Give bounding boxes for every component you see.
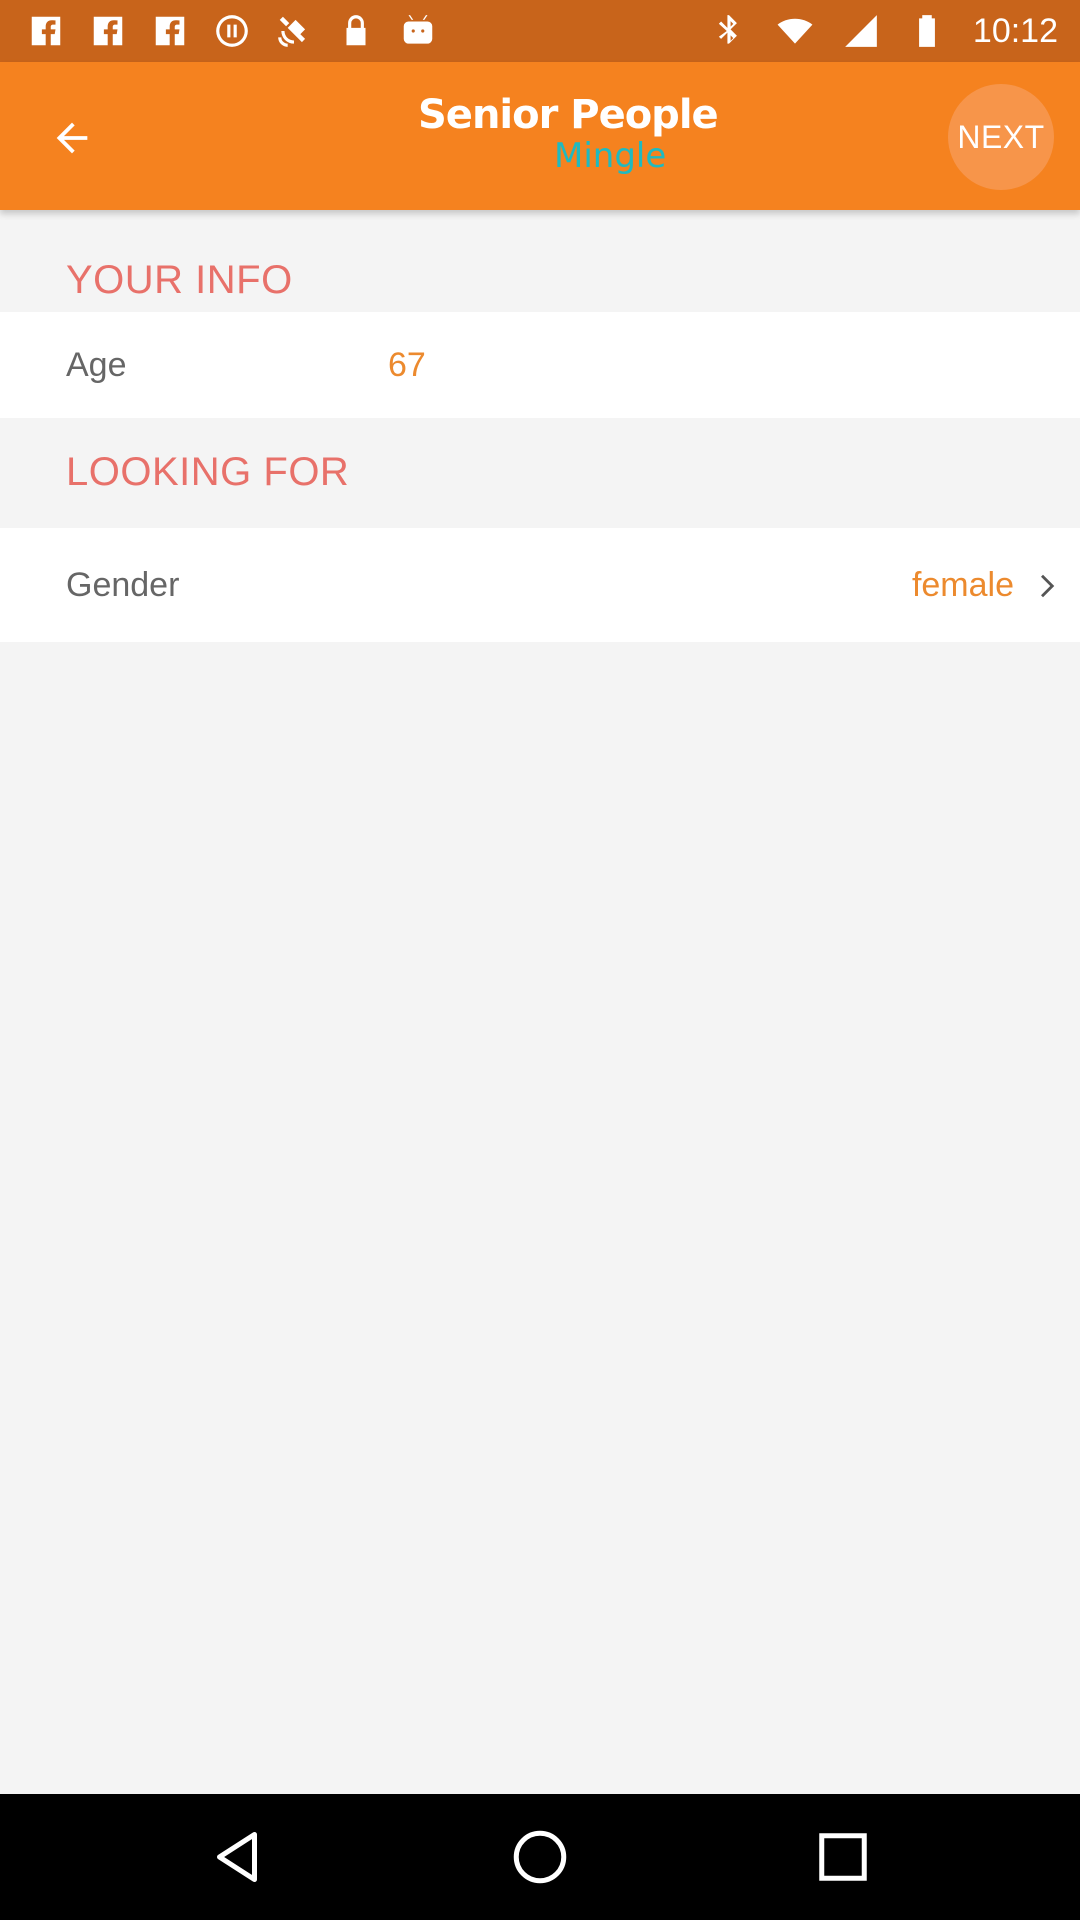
app-logo: Senior People Mingle [418,92,719,182]
bluetooth-icon [709,11,749,51]
logo-title: Senior People [418,92,719,138]
age-value[interactable]: 67 [388,346,426,385]
gender-value: female [911,566,1014,604]
section-header-looking-for: LOOKING FOR [66,450,350,494]
facebook-icon [26,11,66,51]
clock: 10:12 [972,11,1058,50]
battery-icon [907,11,947,51]
arrow-left-icon [56,122,88,154]
system-nav-bar [0,1794,1080,1920]
status-system: 10:12 [709,11,1058,51]
gender-label: Gender [66,566,180,604]
wifi-icon [775,11,815,51]
chevron-right-icon [1033,571,1063,601]
back-button[interactable] [40,106,104,170]
lock-icon [336,11,376,51]
section-header-your-info: YOUR INFO [66,258,293,302]
app-bar: Senior People Mingle NEXT [0,62,1080,210]
pause-icon [212,11,252,51]
gender-row[interactable]: Gender female [0,528,1080,642]
satellite-icon [274,11,314,51]
back-triangle-icon[interactable] [207,1827,267,1887]
next-button[interactable]: NEXT [948,84,1054,190]
signal-icon [841,11,881,51]
logo-subtitle: Mingle [554,136,667,176]
status-notifications [26,11,438,51]
age-label: Age [66,346,127,384]
status-bar: 10:12 [0,0,1080,62]
android-icon [398,11,438,51]
facebook-icon [88,11,128,51]
age-row[interactable]: Age 67 [0,312,1080,418]
home-circle-icon[interactable] [510,1827,570,1887]
recents-square-icon[interactable] [813,1827,873,1887]
facebook-icon [150,11,190,51]
